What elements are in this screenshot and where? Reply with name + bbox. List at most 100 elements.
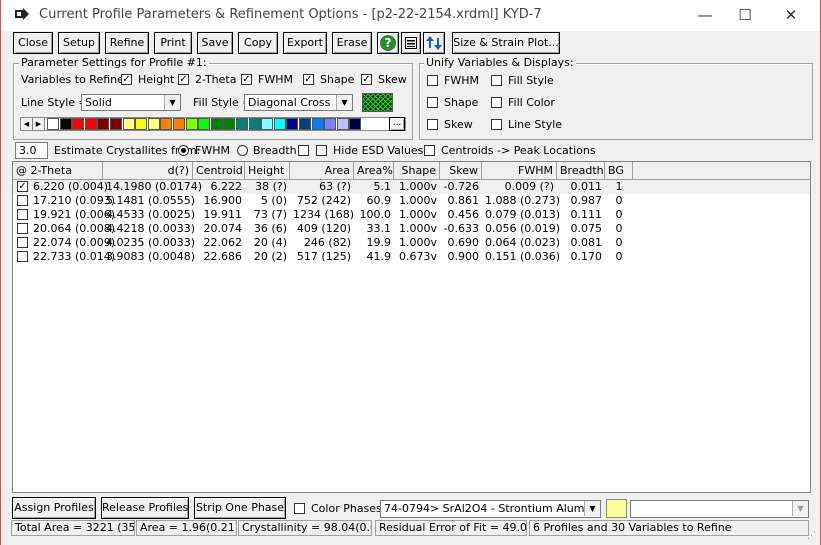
skew-checkbox[interactable]: ✓ (361, 74, 372, 85)
col-2theta[interactable]: @ 2-Theta (13, 162, 103, 179)
palette-swatch[interactable] (59, 118, 72, 130)
fill-style-preview[interactable] (362, 93, 393, 112)
save-button[interactable]: Save (197, 32, 233, 54)
print-button[interactable]: Print (154, 32, 192, 54)
table-cell: 14.1980 (0.0174) (106, 180, 203, 193)
phase-color-swatch[interactable] (606, 499, 627, 518)
col-centroid[interactable]: Centroid (193, 162, 245, 179)
scroll-left-icon[interactable]: ◀ (21, 118, 33, 130)
col-area-pct[interactable]: Area% (354, 162, 394, 179)
crystallite-input[interactable]: 3.0 (15, 142, 48, 159)
profile-parameters-window: Current Profile Parameters & Refinement … (0, 0, 821, 545)
assign-profiles-button[interactable]: Assign Profiles (12, 497, 96, 519)
palette-swatch[interactable] (198, 118, 211, 130)
palette-swatch[interactable] (236, 118, 248, 130)
erase-button[interactable]: Erase (332, 32, 372, 54)
table-row[interactable]: 19.921 (0.006) 4.4533 (0.0025) 19.911 73 (7… (13, 208, 810, 222)
palette-swatch[interactable] (185, 118, 198, 130)
unify-shape-checkbox[interactable] (427, 97, 438, 108)
palette-swatch[interactable] (286, 118, 299, 130)
palette-swatch[interactable] (273, 118, 286, 130)
col-d[interactable]: d(?) (103, 162, 193, 179)
table-row[interactable]: 20.064 (0.008) 4.4218 (0.0033) 20.074 36 (6… (13, 222, 810, 236)
col-shape[interactable]: Shape (394, 162, 440, 179)
phase-secondary-select[interactable]: ▼ (630, 500, 809, 518)
table-row[interactable]: 17.210 (0.093) 5.1481 (0.0555) 16.900 5 (0)… (13, 194, 810, 208)
help-button[interactable]: ? (377, 32, 399, 54)
window-title: Current Profile Parameters & Refinement … (39, 7, 542, 22)
fwhm-checkbox[interactable]: ✓ (241, 74, 252, 85)
fwhm-radio[interactable] (178, 145, 189, 156)
palette-swatch[interactable] (223, 118, 236, 130)
skew-label: Skew (378, 73, 407, 86)
copy-button[interactable]: Copy (238, 32, 278, 54)
palette-swatch[interactable] (299, 118, 311, 130)
table-row[interactable]: 22.733 (0.014) 3.9083 (0.0048) 22.686 20 (2… (13, 250, 810, 264)
fill-style-select[interactable]: Diagonal Cross ▼ (244, 94, 353, 111)
col-bg[interactable]: BG (605, 162, 633, 179)
phase-select[interactable]: 74-0794> SrAl2O4 - Strontium Aluminum O … (380, 500, 601, 518)
breadth-radio[interactable] (237, 145, 248, 156)
palette-swatch[interactable] (135, 118, 148, 130)
col-skew[interactable]: Skew (440, 162, 482, 179)
release-profiles-button[interactable]: Release Profiles (101, 497, 189, 519)
unify-line-style-checkbox[interactable] (491, 119, 502, 130)
col-fwhm[interactable]: FWHM (482, 162, 557, 179)
table-cell: -0.633 (443, 222, 479, 235)
centroids-checkbox[interactable] (424, 145, 435, 156)
table-row[interactable]: ✓ 6.220 (0.004) 14.1980 (0.0174) 6.222 38 (?… (13, 180, 810, 194)
height-checkbox[interactable]: ✓ (121, 74, 132, 85)
palette-swatch[interactable] (336, 118, 349, 130)
table-row[interactable]: 22.074 (0.009) 4.0235 (0.0033) 22.062 20 (4… (13, 236, 810, 250)
strip-one-phase-button[interactable]: Strip One Phase (194, 497, 286, 519)
palette-swatch[interactable] (311, 118, 324, 130)
color-phases-checkbox[interactable] (294, 503, 305, 514)
unify-fill-color-checkbox[interactable] (491, 97, 502, 108)
palette-swatch[interactable] (160, 118, 173, 130)
palette-swatch[interactable] (261, 118, 274, 130)
table-cell: 1.088 (0.273) (485, 194, 561, 207)
palette-swatch[interactable] (72, 118, 85, 130)
table-cell: 19.911 (203, 208, 243, 221)
palette-swatch[interactable] (248, 118, 261, 130)
sort-button[interactable] (423, 32, 445, 54)
palette-swatch[interactable] (324, 118, 337, 130)
two-theta-checkbox[interactable]: ✓ (178, 74, 189, 85)
export-button[interactable]: Export (283, 32, 327, 54)
palette-swatch[interactable] (147, 118, 160, 130)
palette-swatch[interactable] (210, 118, 223, 130)
table-cell: 20 (2) (253, 250, 287, 263)
palette-swatch[interactable] (349, 118, 362, 130)
help-icon: ? (380, 35, 396, 51)
scroll-right-icon[interactable]: ▶ (33, 118, 45, 130)
close-window-button[interactable]: ✕ (768, 0, 814, 31)
palette-swatch[interactable] (173, 118, 185, 130)
unify-fill-style-checkbox[interactable] (491, 75, 502, 86)
table-cell: 4.4533 (0.0025) (106, 208, 196, 221)
unify-skew-checkbox[interactable] (427, 119, 438, 130)
palette-swatch[interactable] (110, 118, 122, 130)
size-strain-plot-button[interactable]: Size & Strain Plot... (452, 32, 560, 54)
more-colors-button[interactable]: ... (389, 117, 405, 131)
refine-button[interactable]: Refine (105, 32, 149, 54)
col-height[interactable]: Height (245, 162, 290, 179)
list-view-button[interactable] (401, 32, 421, 54)
line-style-select[interactable]: Solid ▼ (81, 94, 181, 111)
col-breadth[interactable]: Breadth (557, 162, 605, 179)
resize-grip-icon[interactable]: ⋰ (807, 531, 816, 541)
unify-fwhm-checkbox[interactable] (427, 75, 438, 86)
extra-checkbox[interactable] (298, 145, 309, 156)
variables-label: Variables to Refine: (21, 73, 128, 86)
palette-swatch[interactable] (97, 118, 110, 130)
maximize-button[interactable]: ☐ (722, 0, 768, 31)
col-area[interactable]: Area (290, 162, 354, 179)
shape-checkbox[interactable]: ✓ (303, 74, 314, 85)
setup-button[interactable]: Setup (58, 32, 100, 54)
close-button[interactable]: Close (13, 32, 53, 54)
table-cell: 1 (615, 180, 623, 193)
palette-swatch[interactable] (84, 118, 97, 130)
palette-swatch[interactable] (122, 118, 135, 130)
hide-esd-checkbox[interactable] (316, 145, 327, 156)
palette-swatch[interactable] (47, 118, 59, 130)
table-cell: 20.064 (0.008) (33, 222, 116, 235)
